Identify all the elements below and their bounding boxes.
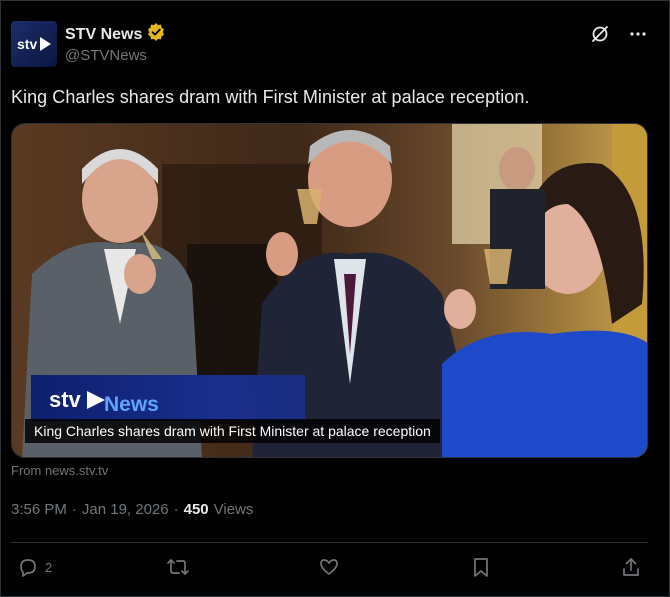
like-button[interactable] [318,556,340,578]
tweet-action-bar: 2 [11,556,648,582]
reply-icon [20,559,36,577]
stv-news-logo-bar: stv [31,375,305,421]
tweet-card: stv STV News @STVNews King Charles share… [0,0,670,597]
reply-button[interactable]: 2 [17,556,52,578]
share-icon [623,558,639,576]
svg-text:stv: stv [17,36,37,52]
author-name-row[interactable]: STV News [65,23,165,46]
views-count: 450 [183,501,209,518]
bookmark-icon [474,558,488,577]
svg-text:stv: stv [49,387,82,412]
stv-news-logo-text: News [104,393,159,416]
meta-separator: · [71,501,77,518]
tweet-date[interactable]: Jan 19, 2026 [82,501,169,518]
tweet-meta: 3:56 PM · Jan 19, 2026 · 450 Views [11,501,253,518]
meta-separator: · [173,501,179,518]
bookmark-button[interactable] [470,556,492,578]
divider [11,542,648,543]
tweet-text: King Charles shares dram with First Mini… [11,87,530,107]
retweet-button[interactable] [166,556,190,578]
share-button[interactable] [620,556,642,578]
retweet-icon [167,559,189,575]
views-label: Views [213,501,254,518]
avatar[interactable]: stv [11,21,57,67]
author-handle[interactable]: @STVNews [65,47,147,64]
more-icon[interactable] [627,23,649,45]
reply-count: 2 [45,559,53,575]
stv-logo-icon: stv [17,36,51,52]
media-caption: King Charles shares dram with First Mini… [25,419,440,443]
like-icon [320,559,338,575]
tweet-top-actions [589,23,649,45]
link-source[interactable]: From news.stv.tv [11,463,108,478]
grok-icon[interactable] [589,23,611,45]
author-display-name[interactable]: STV News [65,26,142,44]
tweet-time[interactable]: 3:56 PM [11,501,67,518]
verified-badge-icon [147,23,165,46]
